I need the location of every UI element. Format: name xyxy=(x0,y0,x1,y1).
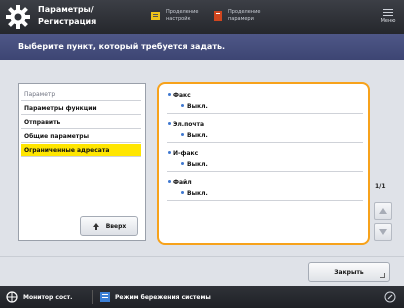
instruction-bar: Выберите пункт, который требуется задать… xyxy=(0,34,404,60)
status-monitor-icon xyxy=(6,291,18,303)
detail-group-fax[interactable]: Факс Выкл. xyxy=(167,86,363,114)
energy-saver-icon xyxy=(100,292,110,302)
detail-group-email[interactable]: Эл.почта Выкл. xyxy=(167,115,363,143)
bullet-icon xyxy=(168,151,171,154)
detail-name: И-факс xyxy=(173,150,199,157)
page-indicator: 1/1 xyxy=(375,183,386,190)
close-button-label: Закрыть xyxy=(334,268,364,276)
tree-item-function-settings[interactable]: Параметры функции xyxy=(21,102,141,115)
details-panel: Факс Выкл. Эл.почта Выкл. И-факс Выкл. Ф… xyxy=(157,82,370,245)
energy-saver-label: Режим бережения системы xyxy=(115,293,211,301)
menu-label: Меню xyxy=(380,18,396,24)
title-line-2: Регистрация xyxy=(38,17,97,26)
up-button-label: Вверх xyxy=(105,222,127,230)
bullet-icon xyxy=(181,133,184,136)
scroll-up-icon xyxy=(379,208,387,214)
tree-item-restricted-destinations[interactable]: Ограниченные адресата xyxy=(21,144,141,157)
detail-value: Выкл. xyxy=(187,132,208,139)
shortcut-1-line-2: настройк xyxy=(166,16,191,22)
close-button[interactable]: Закрыть xyxy=(308,262,390,282)
shortcut-2-line-1: Проделение xyxy=(228,9,261,15)
detail-name: Эл.почта xyxy=(173,121,204,128)
energy-saver-button[interactable]: Режим бережения системы xyxy=(100,286,211,308)
bullet-icon xyxy=(181,162,184,165)
corner-icon xyxy=(380,273,385,278)
status-monitor-button[interactable]: Монитор сост. xyxy=(6,286,72,308)
detail-value: Выкл. xyxy=(187,161,208,168)
shortcut-1-line-1: Проделение xyxy=(166,9,199,15)
up-arrow-icon xyxy=(92,222,99,230)
menu-button[interactable]: Меню xyxy=(376,3,400,31)
tree-item-send[interactable]: Отправить xyxy=(21,116,141,129)
status-bar: Монитор сост. Режим бережения системы xyxy=(0,286,404,308)
header-shortcut-button-2[interactable]: Проделение парамери xyxy=(212,5,274,27)
page-title: Параметры/ Регистрация xyxy=(38,4,96,28)
up-button[interactable]: Вверх xyxy=(80,216,138,236)
bullet-icon xyxy=(168,180,171,183)
detail-value: Выкл. xyxy=(187,190,208,197)
header-shortcut-button-1[interactable]: Проделение настройк xyxy=(150,5,210,27)
bookmark-shortcut-icon xyxy=(214,11,222,21)
bullet-icon xyxy=(181,191,184,194)
detail-name: Факс xyxy=(173,92,191,99)
tree-item-common-settings[interactable]: Общие параметры xyxy=(21,130,141,143)
detail-group-ifax[interactable]: И-факс Выкл. xyxy=(167,144,363,172)
scroll-up-button[interactable] xyxy=(374,202,392,220)
title-line-1: Параметры/ xyxy=(38,5,94,14)
scroll-down-button[interactable] xyxy=(374,223,392,241)
menu-icon xyxy=(383,9,393,16)
detail-group-file[interactable]: Файл Выкл. xyxy=(167,173,363,201)
detail-value: Выкл. xyxy=(187,103,208,110)
settings-shortcut-icon xyxy=(151,12,160,20)
bullet-icon xyxy=(181,104,184,107)
corner-logo-icon xyxy=(384,291,396,303)
detail-name: Файл xyxy=(173,179,192,186)
status-monitor-label: Монитор сост. xyxy=(23,293,73,301)
header-bar: Параметры/ Регистрация Проделение настро… xyxy=(0,0,404,34)
tree-item-root[interactable]: Параметр xyxy=(21,88,141,101)
bullet-icon xyxy=(168,93,171,96)
gear-icon xyxy=(6,5,30,29)
scroll-down-icon xyxy=(379,229,387,235)
bullet-icon xyxy=(168,122,171,125)
shortcut-2-line-2: парамери xyxy=(228,16,254,22)
status-divider xyxy=(92,290,93,304)
